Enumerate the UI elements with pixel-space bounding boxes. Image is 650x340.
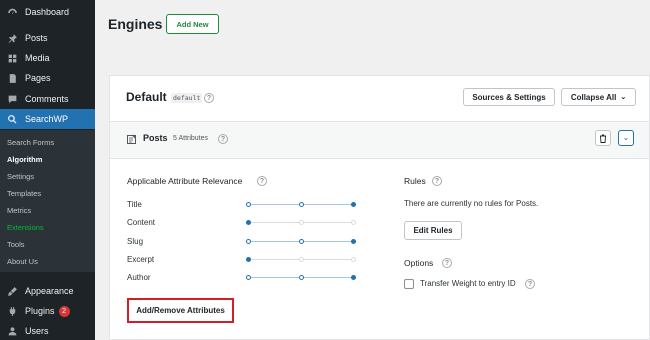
- attribute-label: Title: [127, 200, 142, 209]
- menu-media[interactable]: Media: [0, 48, 95, 68]
- page-title: Engines: [108, 16, 163, 32]
- attribute-label: Content: [127, 218, 156, 227]
- relevance-slider[interactable]: [246, 239, 356, 245]
- sources-settings-button[interactable]: Sources & Settings: [463, 88, 555, 106]
- help-icon[interactable]: ?: [257, 176, 267, 186]
- slider-stop[interactable]: [298, 257, 304, 262]
- source-title: Posts: [143, 133, 168, 143]
- menu-plugins[interactable]: Plugins 2: [0, 301, 95, 321]
- relevance-slider[interactable]: [246, 202, 356, 208]
- relevance-slider[interactable]: [246, 275, 356, 281]
- menu-label: Plugins: [25, 306, 55, 316]
- attribute-label: Excerpt: [127, 255, 155, 264]
- help-icon[interactable]: ?: [525, 279, 535, 289]
- menu-label: Media: [25, 53, 50, 63]
- slider-stop[interactable]: [246, 220, 251, 225]
- rules-heading: Rules: [404, 176, 426, 186]
- submenu-settings[interactable]: Settings: [7, 172, 34, 181]
- menu-users[interactable]: Users: [0, 321, 95, 340]
- transfer-weight-label: Transfer Weight to entry ID: [420, 279, 516, 288]
- transfer-weight-checkbox[interactable]: [404, 279, 414, 289]
- submenu-algorithm[interactable]: Algorithm: [7, 155, 42, 164]
- chevron-down-icon: ⌄: [622, 133, 630, 142]
- menu-appearance[interactable]: Appearance: [0, 281, 95, 301]
- collapse-all-button[interactable]: Collapse All ⌄: [561, 88, 636, 106]
- menu-label: Comments: [25, 94, 69, 104]
- menu-label: SearchWP: [25, 114, 69, 124]
- pages-icon: [6, 72, 18, 84]
- menu-comments[interactable]: Comments: [0, 89, 95, 109]
- delete-source-button[interactable]: [595, 130, 611, 146]
- admin-sidebar: Dashboard Posts Media Pages Comments Sea…: [0, 0, 95, 340]
- searchwp-submenu: Search Forms Algorithm Settings Template…: [0, 130, 95, 272]
- pin-icon: [6, 32, 18, 44]
- engine-title: Default: [126, 90, 167, 104]
- comment-icon: [6, 93, 18, 105]
- relevance-slider[interactable]: [246, 220, 356, 226]
- submenu-about-us[interactable]: About Us: [7, 257, 38, 266]
- rules-empty-text: There are currently no rules for Posts.: [404, 199, 539, 208]
- slider-stop[interactable]: [298, 202, 304, 207]
- slider-stop[interactable]: [351, 257, 356, 262]
- submenu-metrics[interactable]: Metrics: [7, 206, 31, 215]
- menu-label: Dashboard: [25, 7, 70, 17]
- slider-stop[interactable]: [246, 202, 251, 207]
- slider-stop[interactable]: [298, 275, 304, 280]
- submenu-templates[interactable]: Templates: [7, 189, 41, 198]
- menu-pages[interactable]: Pages: [0, 68, 95, 88]
- menu-dashboard[interactable]: Dashboard: [0, 2, 95, 22]
- source-attributes-count: 5 Attributes: [173, 135, 209, 142]
- users-icon: [6, 325, 18, 337]
- brush-icon: [6, 285, 18, 297]
- plugin-icon: [6, 305, 18, 317]
- chevron-down-icon: ⌄: [620, 94, 627, 101]
- expand-source-button[interactable]: ⌄: [618, 130, 634, 146]
- trash-icon: [600, 134, 606, 143]
- menu-label: Posts: [25, 33, 48, 43]
- attribute-label: Slug: [127, 237, 144, 246]
- searchwp-icon: [6, 113, 18, 125]
- slider-stop[interactable]: [351, 239, 356, 244]
- edit-post-icon: [127, 134, 136, 144]
- slider-stop[interactable]: [246, 239, 251, 244]
- submenu-search-forms[interactable]: Search Forms: [7, 138, 54, 147]
- divider: [110, 158, 649, 159]
- submenu-extensions[interactable]: Extensions: [7, 223, 44, 232]
- submenu-tools[interactable]: Tools: [7, 240, 25, 249]
- menu-label: Users: [25, 326, 49, 336]
- attribute-label: Author: [127, 273, 151, 282]
- add-remove-attributes-button[interactable]: Add/Remove Attributes: [127, 298, 234, 323]
- slider-stop[interactable]: [246, 275, 251, 280]
- slider-stop[interactable]: [298, 239, 304, 244]
- dashboard-icon: [6, 6, 18, 18]
- edit-rules-button[interactable]: Edit Rules: [404, 221, 462, 240]
- help-icon[interactable]: ?: [204, 93, 214, 103]
- collapse-all-label: Collapse All: [570, 92, 617, 102]
- slider-stop[interactable]: [246, 257, 251, 262]
- help-icon[interactable]: ?: [442, 258, 452, 268]
- plugins-update-badge: 2: [58, 305, 70, 317]
- media-icon: [6, 52, 18, 64]
- help-icon[interactable]: ?: [432, 176, 442, 186]
- menu-label: Pages: [25, 73, 51, 83]
- engine-slug: default: [171, 93, 203, 103]
- relevance-heading: Applicable Attribute Relevance: [127, 176, 243, 186]
- slider-stop[interactable]: [351, 275, 356, 280]
- slider-stop[interactable]: [351, 220, 356, 225]
- relevance-slider[interactable]: [246, 257, 356, 263]
- options-heading: Options: [404, 258, 434, 268]
- menu-searchwp[interactable]: SearchWP: [0, 109, 95, 129]
- menu-posts[interactable]: Posts: [0, 28, 95, 48]
- help-icon[interactable]: ?: [218, 134, 228, 144]
- slider-stop[interactable]: [298, 220, 304, 225]
- add-new-button[interactable]: Add New: [166, 14, 219, 34]
- slider-stop[interactable]: [351, 202, 356, 207]
- menu-label: Appearance: [25, 286, 74, 296]
